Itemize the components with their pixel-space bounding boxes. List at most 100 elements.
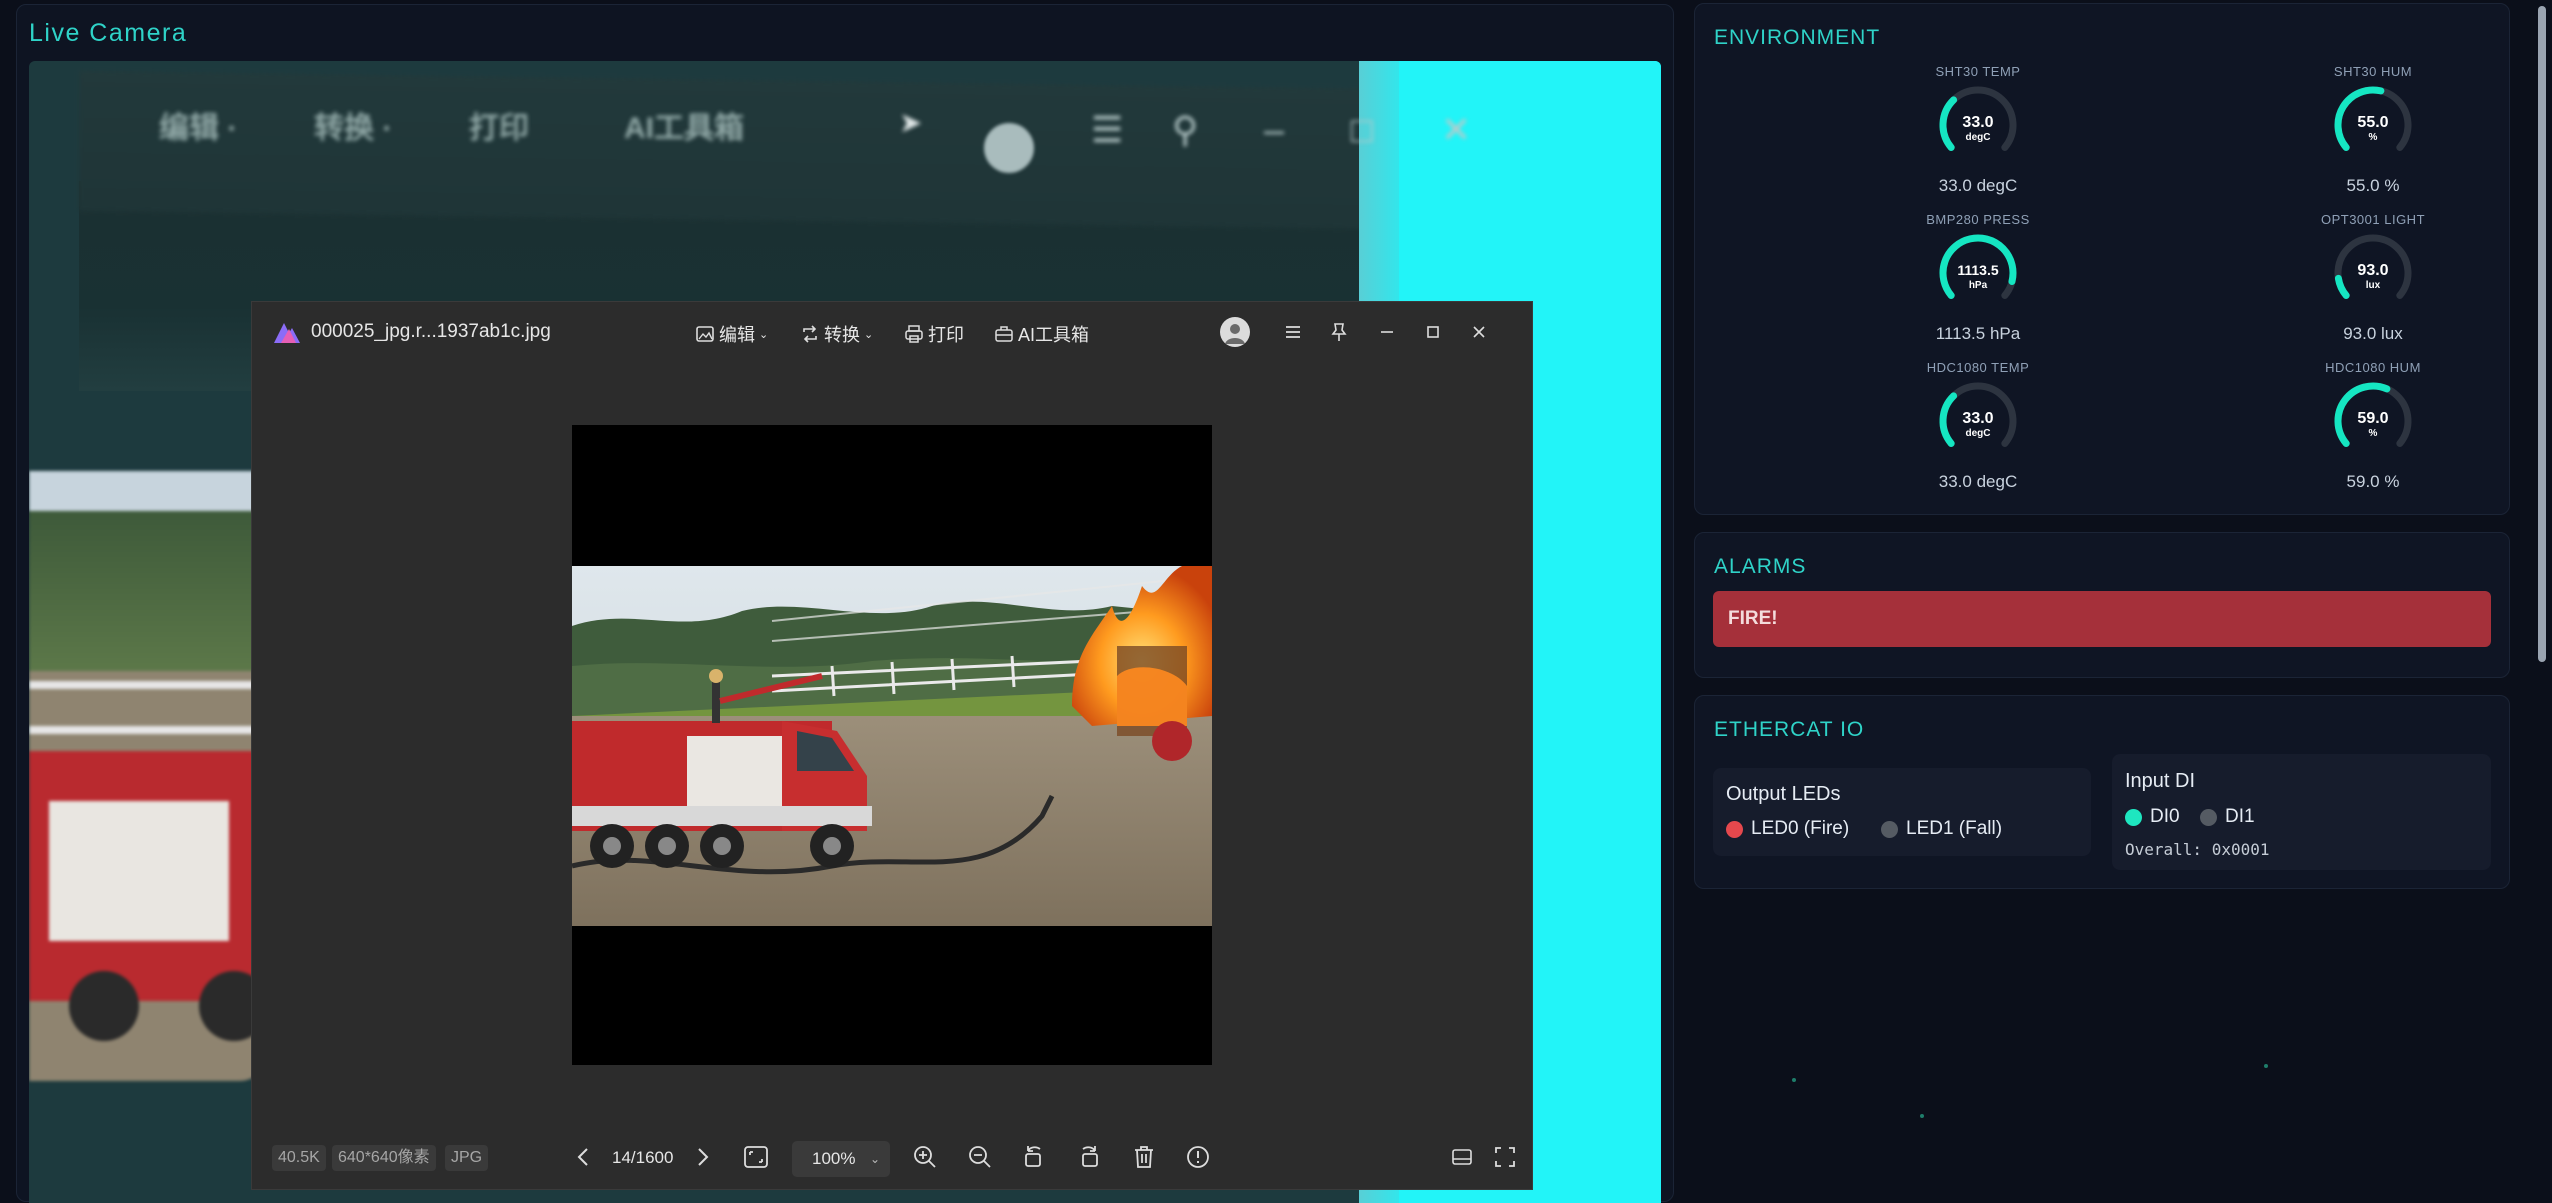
zoom-value: 100% [812,1149,856,1168]
gauge-bmp280-press: BMP280 PRESS 1113.5 hPa 1113.5 hPa [1828,212,2128,344]
gauge-dial: 33.0degC [1939,382,2017,447]
input-di-box: Input DI DI0 DI1 Overall: 0x0001 [2112,754,2491,870]
viewer-titlebar[interactable]: 000025_jpg.r...1937ab1c.jpg 编辑 ⌄ 转换 ⌄ 打印… [252,302,1532,360]
blurred-maximize-icon: □ [1351,109,1373,150]
page-scrollbar[interactable] [2532,0,2552,1202]
di0-dot [2125,808,2142,826]
image-canvas[interactable] [572,425,1212,1065]
user-avatar[interactable] [1220,317,1250,347]
zoom-select[interactable]: 100% ⌄ [792,1141,890,1177]
led0-label: LED0 (Fire) [1751,818,1850,839]
blurred-left-photo [29,471,269,1081]
gauge-value: 33.0 [1962,114,1993,131]
gauge-sht30-hum: SHT30 HUM 55.0% 55.0 % [2223,64,2523,196]
gauge-dial: 33.0degC [1939,86,2017,151]
environment-panel: ENVIRONMENT SHT30 TEMP 33.0 degC 33.0 degC S… [1694,3,2510,515]
convert-menu-button[interactable]: 转换 ⌄ [800,321,873,347]
minimize-icon[interactable] [1374,319,1400,345]
chevron-down-icon: ⌄ [759,328,769,341]
gauge-unit: degC [1966,132,1991,143]
blurred-cursor-icon: ➤ [899,107,923,138]
overall-value: Overall: 0x0001 [2125,840,2270,859]
ai-tools-label: AI工具箱 [1018,325,1090,345]
blurred-edit-label: 编辑 · [159,112,238,145]
led1-indicator: LED1 (Fall) [1881,818,2002,840]
gauge-unit: % [2369,132,2378,143]
thumbnail-strip-icon[interactable] [1446,1141,1478,1173]
di1-dot [2200,808,2217,826]
gauge-label: SHT30 HUM [2333,64,2413,79]
blurred-toolbar [79,70,1549,232]
blurred-pin-icon: ⚲ [1172,109,1199,150]
print-label: 打印 [928,325,964,345]
edit-menu-button[interactable]: 编辑 ⌄ [695,321,768,347]
scrollbar-thumb[interactable] [2538,6,2546,662]
gauge-dial: 1113.5 hPa [1939,234,2017,299]
gauge-value: 1113.5 [1957,262,1998,278]
background-spark [1920,1114,1924,1118]
delete-icon[interactable] [1128,1141,1160,1173]
gauge-hdc1080-temp: HDC1080 TEMP 33.0 degC 33.0 degC [1828,360,2128,492]
output-leds-title: Output LEDs [1726,783,1841,805]
ethercat-title: ETHERCAT IO [1714,718,1865,741]
alarms-title: ALARMS [1714,555,1807,578]
gauge-value: 33.0 [1962,410,1993,427]
gauge-readout: 59.0 % [2346,472,2400,491]
printer-icon [905,325,923,343]
led1-label: LED1 (Fall) [1906,818,2003,839]
image-edit-icon [696,326,714,342]
next-image-button[interactable] [686,1141,718,1173]
image-viewer-window[interactable]: 000025_jpg.r...1937ab1c.jpg 编辑 ⌄ 转换 ⌄ 打印… [252,302,1532,1189]
edit-menu-label: 编辑 [719,325,755,345]
dimensions-chip: 640*640像素 [332,1145,436,1171]
camera-title: Live Camera [29,19,188,47]
gauge-fill [2334,274,2350,299]
ethercat-panel: ETHERCAT IO Output LEDs LED0 (Fire) LED1… [1694,695,2510,889]
output-leds-box: Output LEDs LED0 (Fire) LED1 (Fall) [1713,768,2091,856]
led0-indicator: LED0 (Fire) [1726,818,1849,840]
gauge-sht30-temp: SHT30 TEMP 33.0 degC 33.0 degC [1828,64,2128,196]
info-icon[interactable] [1182,1141,1214,1173]
close-icon[interactable] [1466,319,1492,345]
led1-dot [1881,820,1898,838]
input-di-title: Input DI [2125,770,2196,792]
gauge-fill [1939,392,1958,447]
gauge-readout: 1113.5 hPa [1935,324,2021,343]
blurred-ai-tools-label: AI工具箱 [624,112,744,145]
gauge-label: HDC1080 HUM [2325,360,2421,375]
ai-tools-button[interactable]: AI工具箱 [994,321,1089,347]
hamburger-menu-icon[interactable] [1280,319,1306,345]
fullscreen-icon[interactable] [1489,1141,1521,1173]
gauge-readout: 93.0 lux [2343,324,2403,343]
gauge-opt3001-light: OPT3001 LIGHT 93.0 lux 93.0 lux [2223,212,2523,344]
rotate-right-icon[interactable] [1073,1141,1105,1173]
gauge-dial: 59.0% [2334,382,2412,447]
fit-to-window-icon[interactable] [740,1141,772,1173]
print-button[interactable]: 打印 [904,321,964,347]
gauge-label: SHT30 TEMP [1935,64,2021,79]
file-size-chip: 40.5K [272,1145,326,1171]
chevron-down-icon: ⌄ [864,328,874,341]
zoom-in-icon[interactable] [909,1141,941,1173]
di0-indicator: DI0 [2125,806,2180,828]
maximize-icon[interactable] [1420,319,1446,345]
zoom-out-icon[interactable] [964,1141,996,1173]
pin-icon[interactable] [1326,319,1352,345]
di1-indicator: DI1 [2200,806,2255,828]
blurred-print-label: 打印 [469,112,529,145]
gauge-label: HDC1080 TEMP [1926,360,2030,375]
gauge-value: 59.0 [2357,410,2388,427]
gauge-hdc1080-hum: HDC1080 HUM 59.0% 59.0 % [2223,360,2523,492]
convert-menu-label: 转换 [824,325,860,345]
rotate-left-icon[interactable] [1018,1141,1050,1173]
gauge-unit: hPa [1969,280,1988,291]
previous-image-button[interactable] [568,1141,600,1173]
gauge-value: 93.0 [2357,262,2388,279]
gauge-unit: % [2369,428,2378,439]
chevron-down-icon: ⌄ [869,1152,880,1166]
gauge-label: OPT3001 LIGHT [2320,212,2426,227]
viewer-logo-icon [274,323,300,343]
environment-title: ENVIRONMENT [1714,26,1881,49]
viewer-bottom-bar: 40.5K 640*640像素 JPG 14/1600 100% ⌄ [252,1127,1532,1189]
gauge-dial: 55.0% [2334,86,2412,151]
